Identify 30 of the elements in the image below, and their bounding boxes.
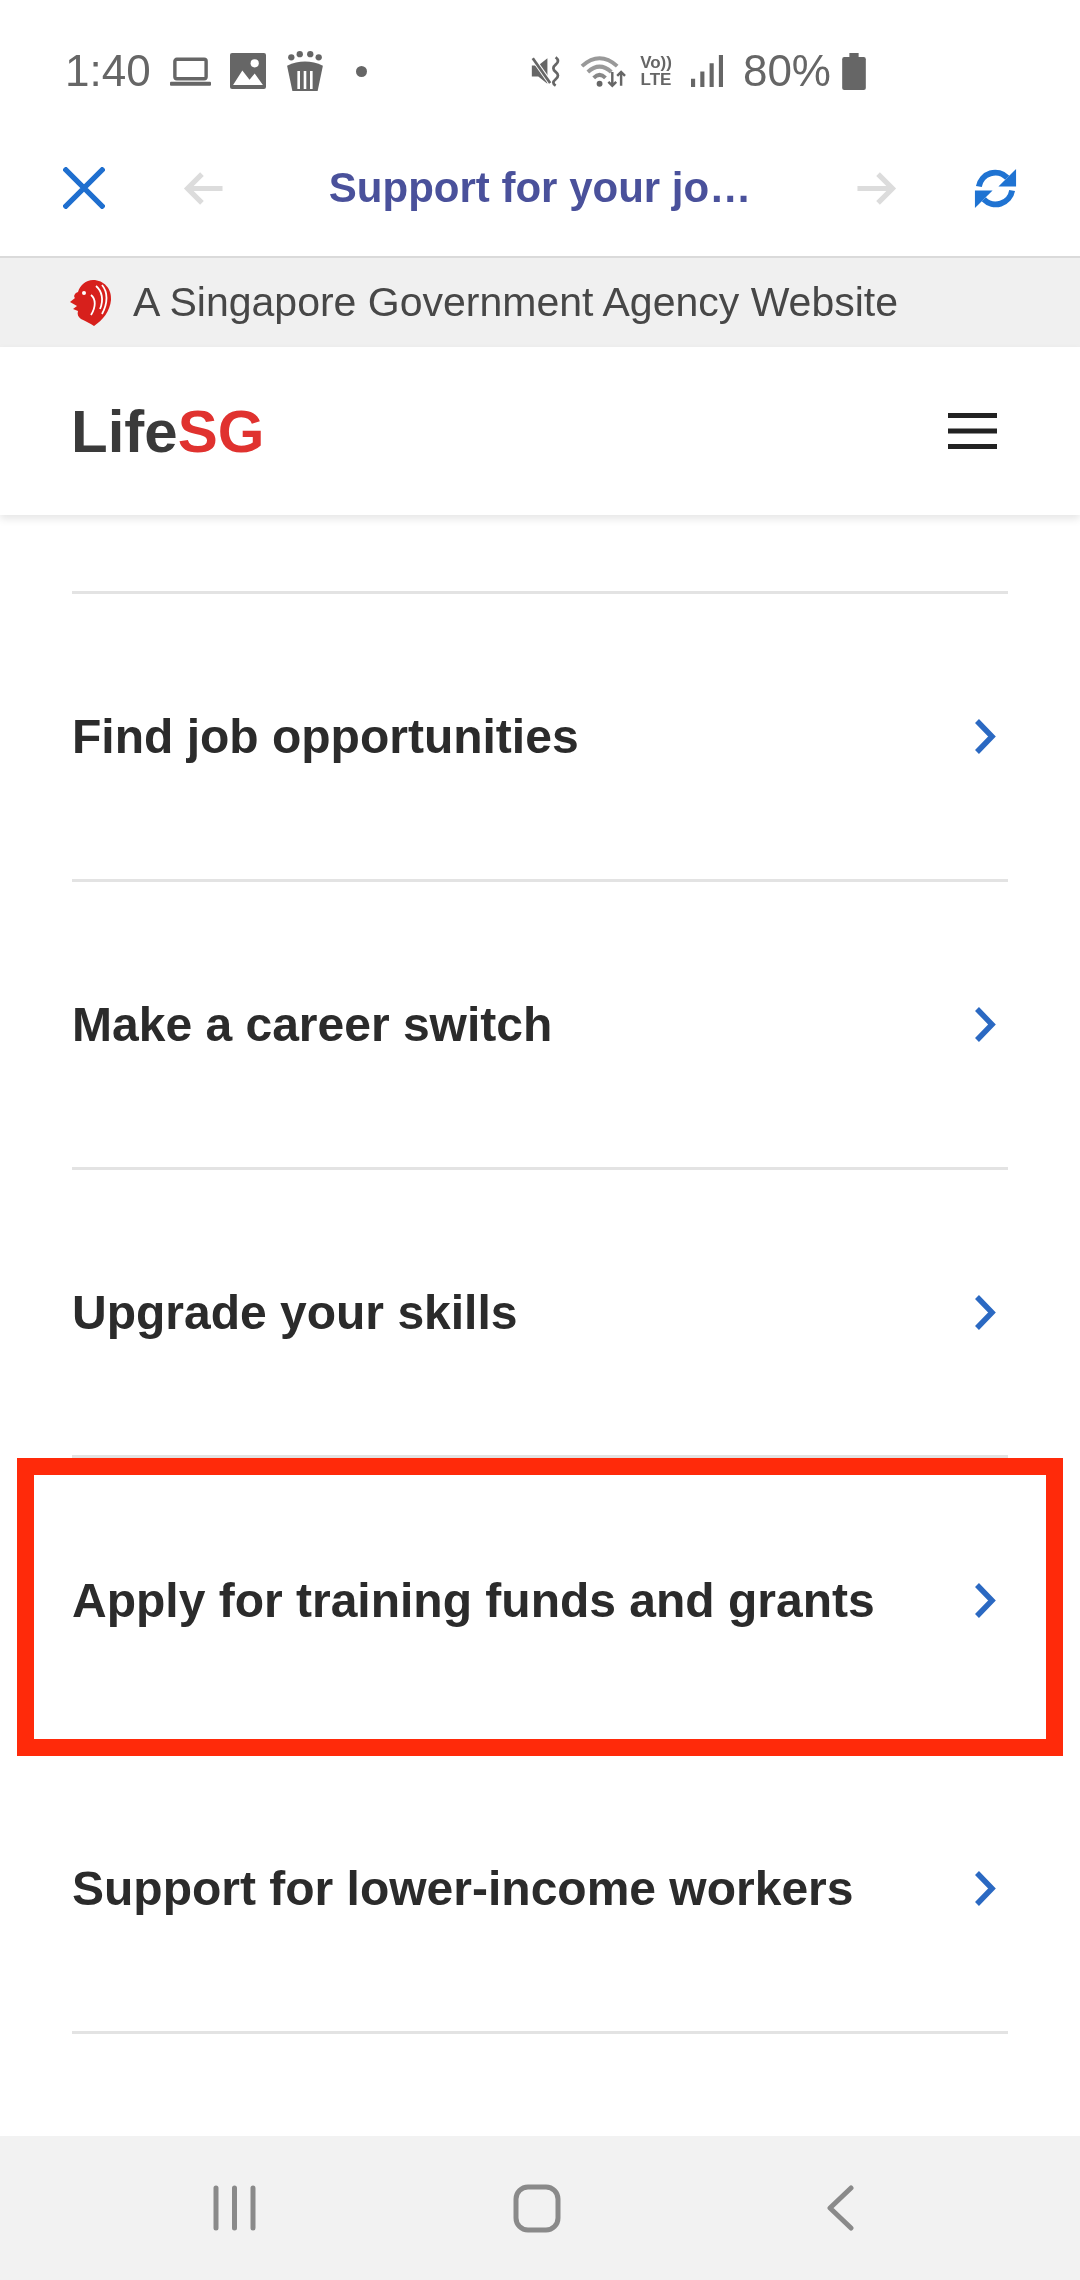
menu-item-link[interactable]: Make a career switch [72,997,553,1052]
close-icon[interactable] [63,167,105,209]
signal-icon [690,55,723,87]
site-logo[interactable]: LifeSG [71,396,265,466]
notification-dot-icon [355,65,367,77]
chevron-right-icon[interactable] [973,718,997,755]
image-icon [229,53,266,89]
battery-percent: 80% [742,46,831,96]
menu-item-link[interactable]: Find job opportunities [72,709,579,764]
back-icon[interactable] [825,2185,855,2231]
volte-label: Vo)) [640,54,672,71]
chevron-right-icon[interactable] [973,1582,997,1619]
chevron-right-icon[interactable] [973,1006,997,1043]
wifi-icon [580,54,627,88]
menu-item-link[interactable]: Apply for training funds and grants [72,1573,875,1628]
recent-apps-icon[interactable] [212,2185,256,2231]
menu-item-link[interactable]: Support for lower-income workers [72,1861,854,1916]
menu-icon[interactable] [948,413,997,449]
chevron-right-icon[interactable] [973,1870,997,1907]
home-icon[interactable] [513,2183,561,2233]
clock-time: 1:40 [65,46,151,96]
battery-icon [842,52,866,90]
page-title: Support for your jo… [327,164,753,212]
menu-item-link[interactable]: Upgrade your skills [72,1285,518,1340]
lte-label: LTE [640,71,672,88]
gov-banner-text: A Singapore Government Agency Website [133,279,899,326]
app-icon [284,51,325,91]
chevron-right-icon[interactable] [973,1294,997,1331]
lion-head-icon [69,278,112,327]
laptop-icon [169,56,211,86]
